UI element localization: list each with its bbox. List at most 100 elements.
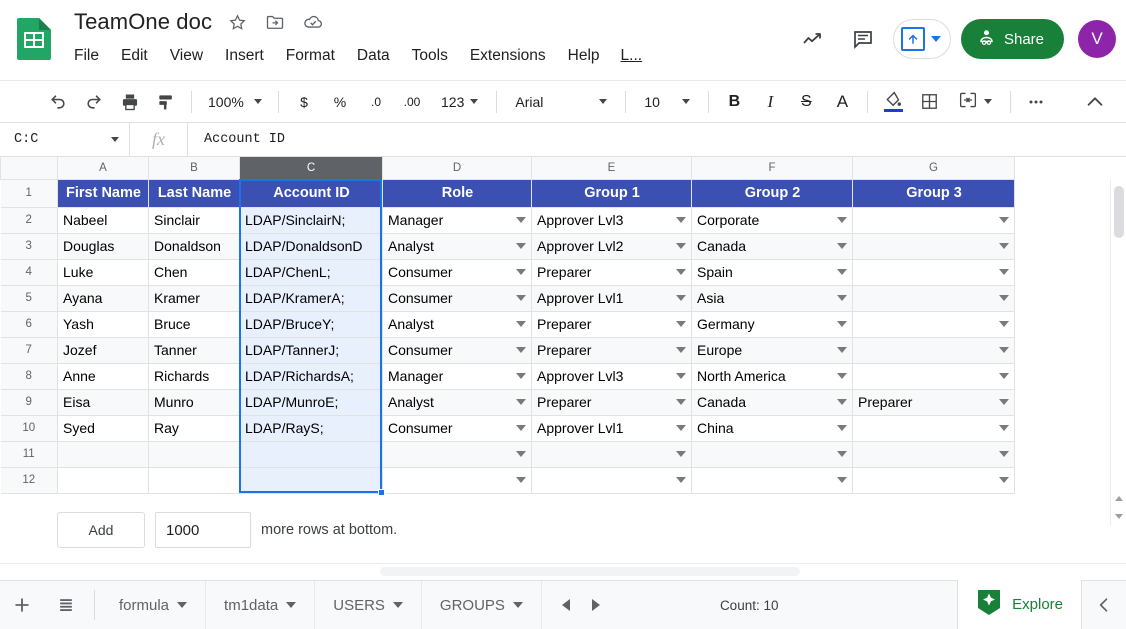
grid-cell-e12[interactable] xyxy=(531,466,692,494)
grid-cell-g9[interactable]: Preparer xyxy=(852,388,1015,416)
column-header-a[interactable]: A xyxy=(57,157,149,180)
grid-cell-c3[interactable]: LDAP/DonaldsonD xyxy=(239,232,383,260)
grid-cell-e8[interactable]: Approver Lvl3 xyxy=(531,362,692,390)
explore-button[interactable]: Explore xyxy=(957,580,1082,629)
dropdown-arrow-icon[interactable] xyxy=(999,425,1009,431)
menu-item-insert[interactable]: Insert xyxy=(214,43,275,69)
row-header[interactable]: 6 xyxy=(0,310,58,338)
grid-cell-b9[interactable]: Munro xyxy=(148,388,240,416)
column-header-d[interactable]: D xyxy=(382,157,532,180)
borders-icon[interactable] xyxy=(914,87,944,117)
dropdown-arrow-icon[interactable] xyxy=(516,295,526,301)
italic-button[interactable]: I xyxy=(755,87,785,117)
grid-cell-a2[interactable]: Nabeel xyxy=(57,206,149,234)
grid-cell-g10[interactable] xyxy=(852,414,1015,442)
dropdown-arrow-icon[interactable] xyxy=(837,347,847,353)
select-all-corner[interactable] xyxy=(0,157,58,180)
merge-cells-button[interactable] xyxy=(950,87,1000,117)
comment-icon[interactable] xyxy=(843,19,883,59)
grid-cell-d6[interactable]: Analyst xyxy=(382,310,532,338)
header-cell-e[interactable]: Group 1 xyxy=(531,178,692,208)
column-header-f[interactable]: F xyxy=(691,157,853,180)
grid-cell-e5[interactable]: Approver Lvl1 xyxy=(531,284,692,312)
grid-cell-a7[interactable]: Jozef xyxy=(57,336,149,364)
grid-cell-b11[interactable] xyxy=(148,440,240,468)
column-header-b[interactable]: B xyxy=(148,157,240,180)
dropdown-arrow-icon[interactable] xyxy=(676,217,686,223)
undo-icon[interactable] xyxy=(43,87,73,117)
grid-cell-f4[interactable]: Spain xyxy=(691,258,853,286)
add-sheet-icon[interactable] xyxy=(0,581,44,629)
trending-up-icon[interactable] xyxy=(793,19,833,59)
grid-cell-f12[interactable] xyxy=(691,466,853,494)
font-size-selector[interactable]: 10 xyxy=(636,87,698,117)
grid-cell-f6[interactable]: Germany xyxy=(691,310,853,338)
row-header[interactable]: 12 xyxy=(0,466,58,494)
grid-cell-c2[interactable]: LDAP/SinclairN; xyxy=(239,206,383,234)
share-button[interactable]: Share xyxy=(960,19,1064,59)
column-header-g[interactable]: G xyxy=(852,157,1015,180)
menu-item-extensions[interactable]: Extensions xyxy=(459,43,557,69)
chevron-down-icon[interactable] xyxy=(512,602,523,608)
grid-cell-d12[interactable] xyxy=(382,466,532,494)
grid-cell-c11[interactable] xyxy=(239,440,383,468)
paint-format-icon[interactable] xyxy=(151,87,181,117)
grid-cell-f2[interactable]: Corporate xyxy=(691,206,853,234)
sheet-tab-groups[interactable]: GROUPS xyxy=(422,580,542,629)
dropdown-arrow-icon[interactable] xyxy=(837,425,847,431)
dropdown-arrow-icon[interactable] xyxy=(999,269,1009,275)
grid-cell-g4[interactable] xyxy=(852,258,1015,286)
chevron-down-icon[interactable] xyxy=(286,602,297,608)
grid-cell-a4[interactable]: Luke xyxy=(57,258,149,286)
grid-cell-e6[interactable]: Preparer xyxy=(531,310,692,338)
increase-decimal-button[interactable]: .00 xyxy=(397,87,427,117)
row-header[interactable]: 2 xyxy=(0,206,58,234)
grid-cell-b7[interactable]: Tanner xyxy=(148,336,240,364)
add-rows-button[interactable]: Add xyxy=(57,512,145,548)
collapse-toolbar-icon[interactable] xyxy=(1079,87,1111,117)
dropdown-arrow-icon[interactable] xyxy=(676,425,686,431)
all-sheets-icon[interactable] xyxy=(44,581,88,629)
more-options-icon[interactable] xyxy=(1021,87,1051,117)
grid-cell-a9[interactable]: Eisa xyxy=(57,388,149,416)
dropdown-arrow-icon[interactable] xyxy=(516,477,526,483)
grid-cell-d4[interactable]: Consumer xyxy=(382,258,532,286)
grid-cell-a6[interactable]: Yash xyxy=(57,310,149,338)
menu-item-edit[interactable]: Edit xyxy=(110,43,159,69)
dropdown-arrow-icon[interactable] xyxy=(676,373,686,379)
grid-cell-g7[interactable] xyxy=(852,336,1015,364)
dropdown-arrow-icon[interactable] xyxy=(676,269,686,275)
dropdown-arrow-icon[interactable] xyxy=(999,217,1009,223)
grid-cell-f11[interactable] xyxy=(691,440,853,468)
dropdown-arrow-icon[interactable] xyxy=(516,269,526,275)
row-header[interactable]: 8 xyxy=(0,362,58,390)
grid-cell-a11[interactable] xyxy=(57,440,149,468)
row-header[interactable]: 7 xyxy=(0,336,58,364)
grid-cell-c12[interactable] xyxy=(239,466,383,494)
menu-item-tools[interactable]: Tools xyxy=(401,43,459,69)
avatar[interactable]: V xyxy=(1078,20,1116,58)
grid-cell-f10[interactable]: China xyxy=(691,414,853,442)
selection-fill-handle[interactable] xyxy=(378,489,385,496)
add-rows-input[interactable] xyxy=(155,512,251,548)
grid-cell-a3[interactable]: Douglas xyxy=(57,232,149,260)
dropdown-arrow-icon[interactable] xyxy=(516,425,526,431)
dropdown-arrow-icon[interactable] xyxy=(676,321,686,327)
grid-cell-b2[interactable]: Sinclair xyxy=(148,206,240,234)
row-header[interactable]: 1 xyxy=(0,178,58,208)
grid-cell-e9[interactable]: Preparer xyxy=(531,388,692,416)
print-icon[interactable] xyxy=(115,87,145,117)
grid-cell-d8[interactable]: Manager xyxy=(382,362,532,390)
sheet-tab-tm1data[interactable]: tm1data xyxy=(206,580,316,629)
status-count[interactable]: Count: 10 xyxy=(720,598,779,613)
decrease-decimal-button[interactable]: .0 xyxy=(361,87,391,117)
zoom-selector[interactable]: 100% xyxy=(202,87,268,117)
grid-cell-c9[interactable]: LDAP/MunroE; xyxy=(239,388,383,416)
header-cell-g[interactable]: Group 3 xyxy=(852,178,1015,208)
font-family-selector[interactable]: Arial xyxy=(507,87,615,117)
dropdown-arrow-icon[interactable] xyxy=(516,399,526,405)
grid-cell-e11[interactable] xyxy=(531,440,692,468)
horizontal-scroll-thumb[interactable] xyxy=(380,567,800,576)
dropdown-arrow-icon[interactable] xyxy=(837,217,847,223)
grid-cell-b10[interactable]: Ray xyxy=(148,414,240,442)
